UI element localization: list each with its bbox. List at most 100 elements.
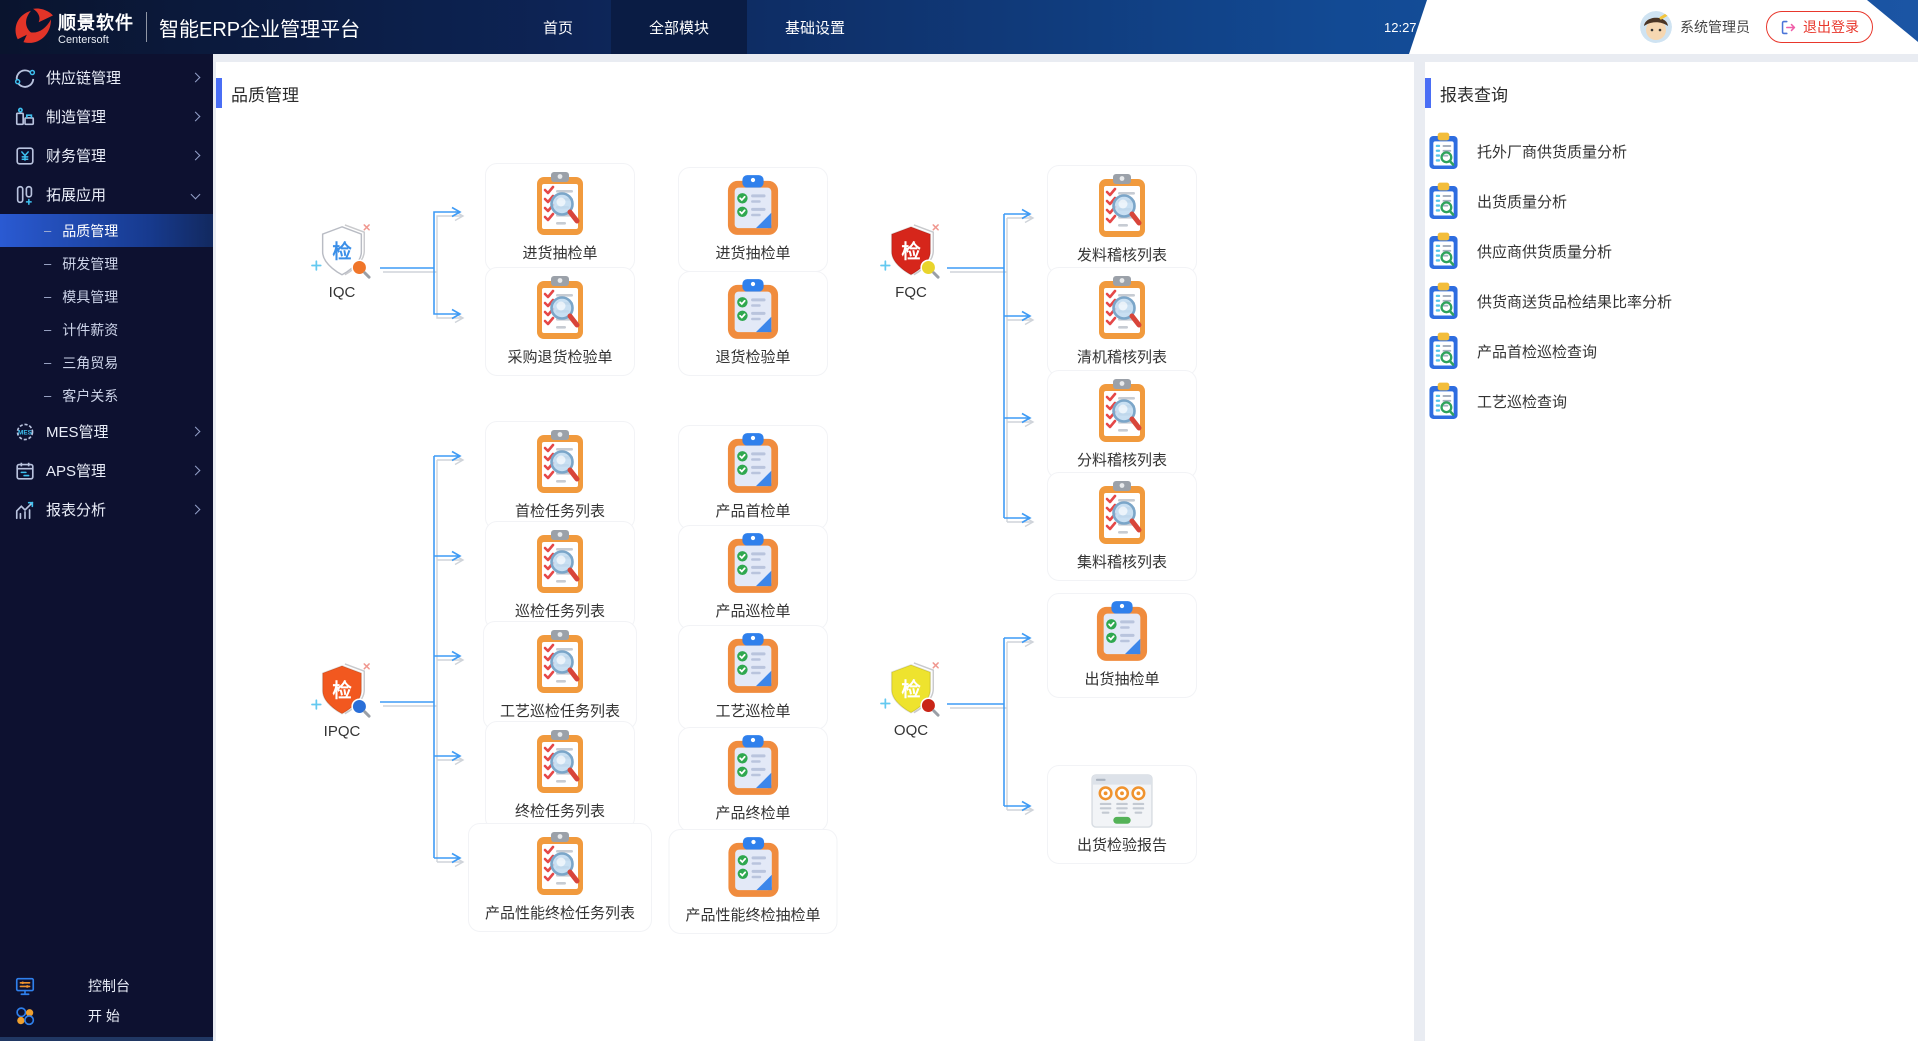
sidebar-item-3[interactable]: 拓展应用 bbox=[0, 175, 213, 214]
flow-node[interactable]: 工艺巡检任务列表 bbox=[482, 621, 638, 730]
report-panel-title: 报表查询 bbox=[1440, 85, 1508, 105]
flow-node[interactable]: 出货检验报告 bbox=[1047, 765, 1197, 864]
check-form-icon bbox=[726, 175, 780, 237]
title-accent-bar bbox=[216, 78, 222, 108]
sidebar-menu: 供应链管理 制造管理 财务管理 拓展应用 品质管理 研发管理 模具管理 计件薪资… bbox=[0, 54, 213, 529]
flow-node[interactable]: 产品性能终检抽检单 bbox=[668, 829, 838, 934]
flow-node[interactable]: 进货抽检单 bbox=[678, 167, 828, 272]
flow-node[interactable]: 首检任务列表 bbox=[485, 421, 635, 530]
shield-IQC: 检 IQC bbox=[309, 222, 375, 301]
inspect-list-icon bbox=[534, 831, 586, 897]
flow-node[interactable]: 产品终检单 bbox=[678, 727, 828, 832]
sidebar-subitem-3[interactable]: 计件薪资 bbox=[0, 313, 213, 346]
header-user-area: 系统管理员 退出登录 bbox=[1409, 0, 1918, 54]
report-item-2[interactable]: 供应商供货质量分析 bbox=[1428, 226, 1672, 276]
flow-node[interactable]: 集料稽核列表 bbox=[1047, 472, 1197, 581]
check-form-icon bbox=[1095, 601, 1149, 663]
chevron-icon bbox=[190, 111, 201, 122]
sidebar-footer-item[interactable]: 开 始 bbox=[0, 1001, 213, 1031]
sidebar-item-0[interactable]: 供应链管理 bbox=[0, 58, 213, 97]
report-item-5[interactable]: 工艺巡检查询 bbox=[1428, 376, 1672, 426]
report-item-4[interactable]: 产品首检巡检查询 bbox=[1428, 326, 1672, 376]
chevron-icon bbox=[190, 504, 201, 515]
logout-icon bbox=[1780, 19, 1797, 36]
brand-text: 顺景软件 Centersoft bbox=[58, 9, 134, 46]
panel-title: 品质管理 bbox=[216, 78, 299, 108]
inspect-list-icon bbox=[534, 429, 586, 495]
report-item-0[interactable]: 托外厂商供货质量分析 bbox=[1428, 126, 1672, 176]
logout-label: 退出登录 bbox=[1803, 19, 1859, 35]
sidebar-subitem-5[interactable]: 客户关系 bbox=[0, 379, 213, 412]
chevron-icon bbox=[190, 72, 201, 83]
query-report-icon bbox=[1428, 232, 1459, 271]
shield-icon: 检 bbox=[309, 661, 375, 721]
start-icon bbox=[14, 1005, 36, 1027]
sidebar-footer: 控制台 开 始 bbox=[0, 971, 213, 1031]
nav-item-2[interactable]: 基础设置 bbox=[747, 0, 883, 54]
inspect-list-icon bbox=[534, 629, 586, 695]
sidebar-item-4[interactable]: MES MES管理 bbox=[0, 412, 213, 451]
svg-text:检: 检 bbox=[332, 240, 352, 263]
flow-node[interactable]: 产品性能终检任务列表 bbox=[467, 823, 653, 932]
flow-node[interactable]: 工艺巡检单 bbox=[678, 625, 828, 730]
inspect-list-icon bbox=[534, 171, 586, 237]
nav-item-1[interactable]: 全部模块 bbox=[611, 0, 748, 54]
shield-icon: 检 bbox=[878, 660, 944, 720]
inspect-list-icon bbox=[534, 275, 586, 341]
finance-icon bbox=[14, 145, 36, 167]
chevron-icon bbox=[190, 426, 201, 437]
inspect-list-icon bbox=[1096, 378, 1148, 444]
flow-node[interactable]: 发料稽核列表 bbox=[1047, 165, 1197, 274]
inspect-list-icon bbox=[534, 729, 586, 795]
sidebar: 供应链管理 制造管理 财务管理 拓展应用 品质管理 研发管理 模具管理 计件薪资… bbox=[0, 54, 213, 1041]
flow-node[interactable]: 采购退货检验单 bbox=[485, 267, 635, 376]
report-item-3[interactable]: 供货商送货品检结果比率分析 bbox=[1428, 276, 1672, 326]
brand: 顺景软件 Centersoft 智能ERP企业管理平台 bbox=[10, 0, 360, 54]
sidebar-subitem-2[interactable]: 模具管理 bbox=[0, 280, 213, 313]
top-nav: 首页 全部模块 基础设置 bbox=[505, 0, 883, 54]
chevron-icon bbox=[190, 150, 201, 161]
report-analysis-icon bbox=[14, 499, 36, 521]
mes-icon: MES bbox=[14, 421, 36, 443]
nav-item-0[interactable]: 首页 bbox=[505, 0, 611, 54]
sidebar-bottom-strip bbox=[0, 1037, 213, 1041]
inspect-list-icon bbox=[1096, 173, 1148, 239]
flow-node[interactable]: 产品首检单 bbox=[678, 425, 828, 530]
user-name: 系统管理员 bbox=[1680, 19, 1750, 35]
sidebar-footer-item[interactable]: 控制台 bbox=[0, 971, 213, 1001]
sidebar-item-5[interactable]: APS管理 bbox=[0, 451, 213, 490]
flow-node[interactable]: 分料稽核列表 bbox=[1047, 370, 1197, 479]
console-icon bbox=[14, 975, 36, 997]
avatar[interactable] bbox=[1640, 11, 1672, 43]
sidebar-subitem-1[interactable]: 研发管理 bbox=[0, 247, 213, 280]
page-title: 品质管理 bbox=[231, 85, 299, 105]
sidebar-subitem-4[interactable]: 三角贸易 bbox=[0, 346, 213, 379]
report-window-icon bbox=[1090, 773, 1154, 829]
query-report-icon bbox=[1428, 132, 1459, 171]
flow-node[interactable]: 进货抽检单 bbox=[485, 163, 635, 272]
report-list: 托外厂商供货质量分析 出货质量分析 供应商供货质量分析 供货商送货品检结果比率分… bbox=[1428, 126, 1672, 426]
flow-node[interactable]: 巡检任务列表 bbox=[485, 521, 635, 630]
query-report-icon bbox=[1428, 282, 1459, 321]
check-form-icon bbox=[726, 433, 780, 495]
sidebar-item-1[interactable]: 制造管理 bbox=[0, 97, 213, 136]
sidebar-subitem-0[interactable]: 品质管理 bbox=[0, 214, 213, 247]
check-form-icon bbox=[726, 633, 780, 695]
report-item-1[interactable]: 出货质量分析 bbox=[1428, 176, 1672, 226]
flow-node[interactable]: 退货检验单 bbox=[678, 271, 828, 376]
sidebar-item-6[interactable]: 报表分析 bbox=[0, 490, 213, 529]
flow-node[interactable]: 出货抽检单 bbox=[1047, 593, 1197, 698]
svg-text:MES: MES bbox=[18, 429, 33, 436]
brand-logo-icon bbox=[10, 7, 54, 47]
shield-FQC: 检 FQC bbox=[878, 222, 944, 301]
app-title: 智能ERP企业管理平台 bbox=[159, 18, 361, 41]
svg-text:检: 检 bbox=[332, 679, 352, 702]
sidebar-item-2[interactable]: 财务管理 bbox=[0, 136, 213, 175]
flow-node[interactable]: 清机稽核列表 bbox=[1047, 267, 1197, 376]
flow-node[interactable]: 终检任务列表 bbox=[485, 721, 635, 830]
flow-node[interactable]: 产品巡检单 bbox=[678, 525, 828, 630]
shield-icon: 检 bbox=[878, 222, 944, 282]
title-accent-bar bbox=[1425, 78, 1431, 108]
brand-subname: Centersoft bbox=[58, 33, 109, 46]
logout-button[interactable]: 退出登录 bbox=[1766, 11, 1873, 43]
